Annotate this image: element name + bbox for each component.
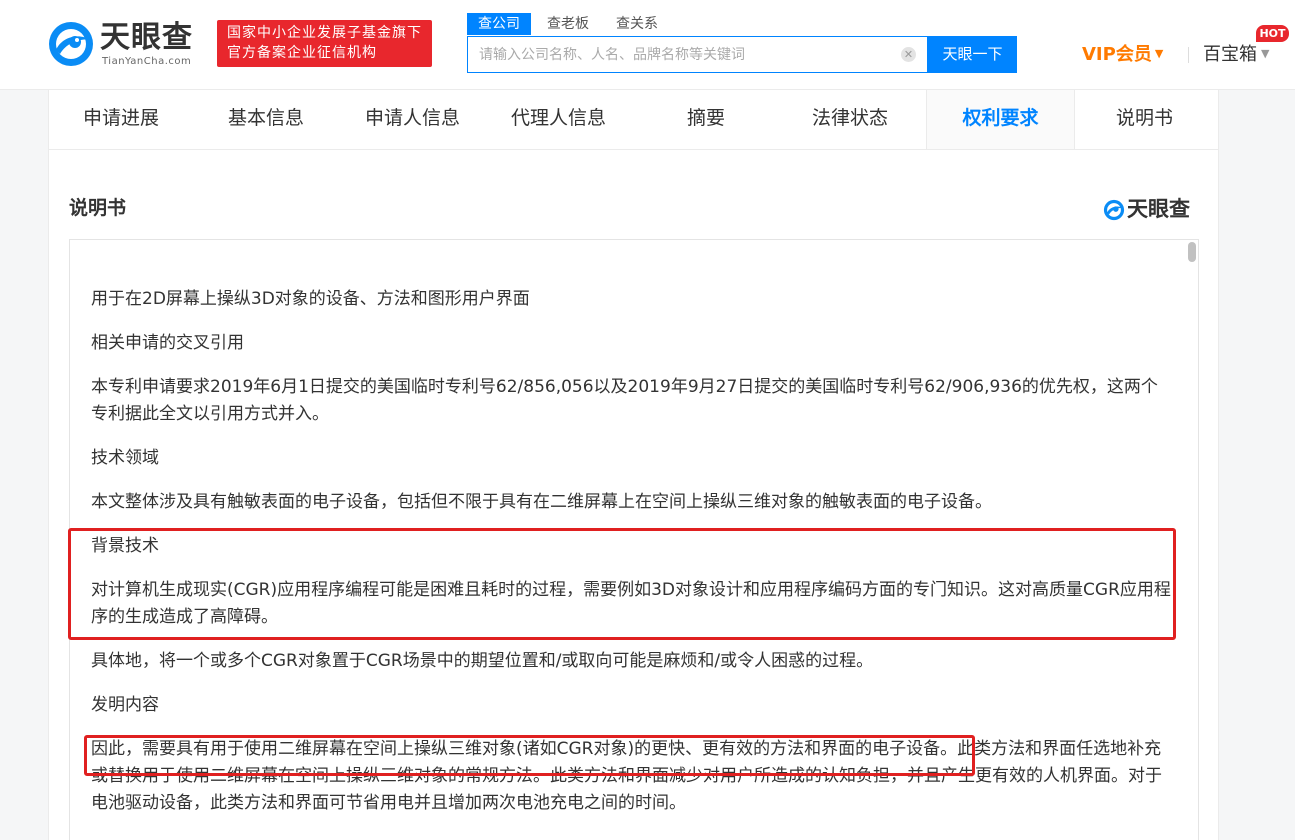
tab-claims[interactable]: 权利要求	[926, 90, 1075, 149]
tab-applicant-info[interactable]: 申请人信息	[365, 90, 460, 149]
top-header: 天眼查 TianYanCha.com 国家中小企业发展子基金旗下 官方备案企业征…	[0, 0, 1295, 90]
section-title: 说明书	[69, 197, 127, 219]
tab-specification[interactable]: 说明书	[1116, 90, 1173, 149]
tab-basic-info[interactable]: 基本信息	[228, 90, 304, 149]
gov-badge: 国家中小企业发展子基金旗下 官方备案企业征信机构	[217, 20, 432, 67]
gov-badge-line-2: 官方备案企业征信机构	[227, 45, 377, 61]
caret-down-icon: ▼	[1154, 47, 1164, 60]
vip-label: VIP会员	[1082, 44, 1152, 65]
highlight-box-background	[68, 528, 1176, 640]
clear-icon[interactable]: ✕	[901, 47, 916, 62]
doc-heading: 相关申请的交叉引用	[91, 333, 244, 353]
search-tab-boss[interactable]: 查老板	[547, 13, 589, 35]
logo-text: 天眼查	[100, 20, 193, 55]
tab-progress[interactable]: 申请进展	[83, 90, 159, 149]
baibox-label: 百宝箱	[1203, 44, 1257, 65]
tab-abstract[interactable]: 摘要	[687, 90, 725, 149]
doc-title: 用于在2D屏幕上操纵3D对象的设备、方法和图形用户界面	[91, 289, 530, 309]
hot-badge: HOT	[1256, 25, 1289, 42]
doc-paragraph: 本文整体涉及具有触敏表面的电子设备，包括但不限于具有在二维屏幕上在空间上操纵三维…	[91, 492, 992, 512]
scrollbar-thumb[interactable]	[1188, 242, 1196, 262]
search-tab-relation[interactable]: 查关系	[616, 13, 658, 35]
caret-down-icon: ▼	[1261, 47, 1270, 60]
highlight-box-summary	[84, 735, 975, 776]
logo-domain: TianYanCha.com	[102, 56, 192, 67]
doc-paragraph: 本专利申请要求2019年6月1日提交的美国临时专利号62/856,056以及20…	[91, 377, 1158, 424]
tab-legal-status[interactable]: 法律状态	[812, 90, 888, 149]
brand-text: 天眼查	[1127, 197, 1190, 221]
divider	[1188, 47, 1189, 63]
doc-heading: 技术领域	[91, 448, 159, 468]
tianyancha-logo-icon	[49, 22, 93, 66]
tab-agent-info[interactable]: 代理人信息	[511, 90, 606, 149]
tianyancha-logo-icon	[1103, 199, 1125, 221]
search-tab-company[interactable]: 查公司	[467, 13, 531, 35]
scrollbar[interactable]	[1188, 242, 1196, 840]
baibox-menu[interactable]: 百宝箱 ▼	[1203, 42, 1269, 67]
doc-paragraph: 具体地，将一个或多个CGR对象置于CGR场景中的期望位置和/或取向可能是麻烦和/…	[91, 651, 874, 671]
doc-heading: 发明内容	[91, 695, 159, 715]
search-box: ✕	[467, 36, 928, 73]
site-logo[interactable]: 天眼查 TianYanCha.com	[47, 19, 207, 69]
vip-menu[interactable]: VIP会员 ▼	[1082, 42, 1163, 67]
gov-badge-line-1: 国家中小企业发展子基金旗下	[227, 25, 422, 41]
detail-tabs: 申请进展 基本信息 申请人信息 代理人信息 摘要 法律状态 权利要求 说明书	[48, 90, 1219, 150]
search-button[interactable]: 天眼一下	[928, 36, 1017, 73]
search-input[interactable]	[468, 37, 893, 72]
